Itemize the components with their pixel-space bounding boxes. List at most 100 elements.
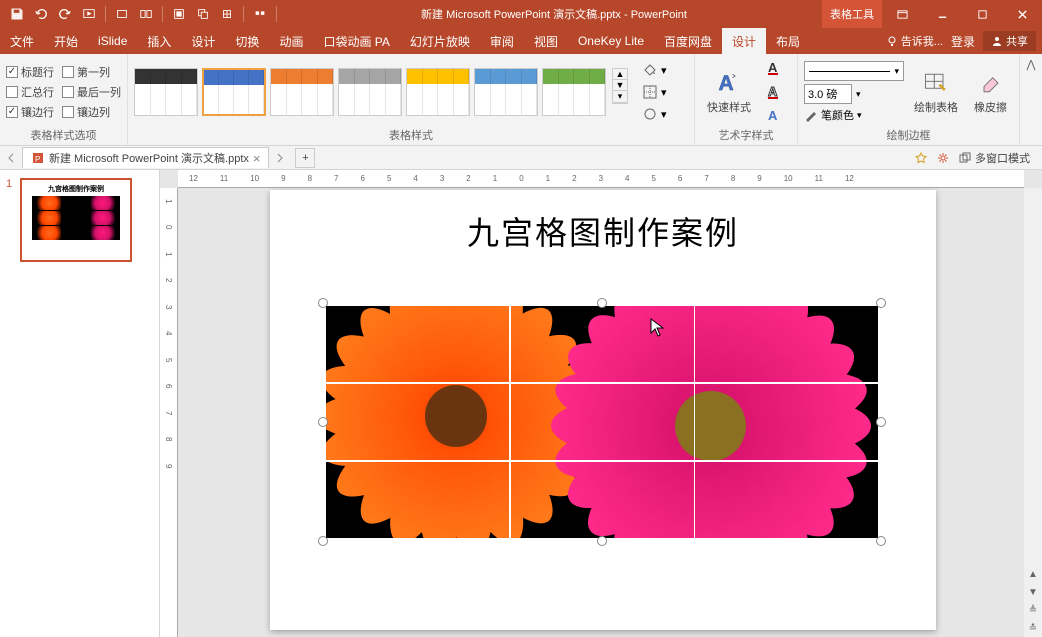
tab-view[interactable]: 视图: [524, 28, 568, 54]
quick-access-toolbar: [0, 3, 286, 25]
document-tab[interactable]: P 新建 Microsoft PowerPoint 演示文稿.pptx ×: [22, 147, 269, 168]
window-controls: [882, 0, 1042, 28]
resize-handle[interactable]: [876, 417, 886, 427]
close-tab-icon[interactable]: ×: [253, 151, 261, 166]
slide-canvas[interactable]: 1211109876543210123456789101112 10123456…: [160, 170, 1042, 637]
star-icon[interactable]: [914, 151, 928, 165]
chk-banded-col[interactable]: 镶边列: [62, 104, 110, 120]
tell-me[interactable]: 告诉我...: [886, 33, 943, 49]
qat-btn-5[interactable]: [216, 3, 238, 25]
pen-weight-input[interactable]: [804, 84, 852, 104]
minimize-icon[interactable]: [922, 0, 962, 28]
table-style-thumb[interactable]: [542, 68, 606, 116]
scroll-up-icon[interactable]: ▲: [1024, 565, 1042, 583]
close-icon[interactable]: [1002, 0, 1042, 28]
resize-handle[interactable]: [318, 417, 328, 427]
lightbulb-icon: [886, 35, 898, 47]
vertical-ruler: 10123456789: [160, 188, 178, 637]
nav-left-icon[interactable]: [4, 151, 18, 165]
gallery-down-icon[interactable]: ▼: [613, 80, 627, 91]
qat-btn-4[interactable]: [192, 3, 214, 25]
group-label: 绘制边框: [804, 126, 1013, 143]
resize-handle[interactable]: [597, 298, 607, 308]
table-style-thumb[interactable]: [202, 68, 266, 116]
play-icon[interactable]: [78, 3, 100, 25]
resize-handle[interactable]: [318, 536, 328, 546]
chk-last-col[interactable]: 最后一列: [62, 84, 121, 100]
tab-animations[interactable]: 动画: [269, 28, 313, 54]
chk-total-row[interactable]: 汇总行: [6, 84, 54, 100]
undo-icon[interactable]: [30, 3, 52, 25]
window-title: 新建 Microsoft PowerPoint 演示文稿.pptx - Powe…: [286, 6, 822, 22]
qat-btn-6[interactable]: [249, 3, 271, 25]
prev-slide-icon[interactable]: ≜: [1024, 601, 1042, 619]
tab-insert[interactable]: 插入: [137, 28, 181, 54]
borders-button[interactable]: ▾: [638, 82, 671, 102]
scroll-down-icon[interactable]: ▼: [1024, 583, 1042, 601]
qat-btn-2[interactable]: [135, 3, 157, 25]
tab-onekey[interactable]: OneKey Lite: [568, 28, 654, 54]
share-button[interactable]: 共享: [983, 31, 1036, 51]
ribbon-display-icon[interactable]: [882, 0, 922, 28]
text-fill-button[interactable]: A: [761, 58, 791, 78]
resize-handle[interactable]: [876, 298, 886, 308]
text-effects-button[interactable]: A: [761, 106, 791, 126]
tab-baidu[interactable]: 百度网盘: [654, 28, 722, 54]
tab-table-design[interactable]: 设计: [722, 28, 766, 54]
chk-first-col[interactable]: 第一列: [62, 64, 110, 80]
horizontal-ruler: 1211109876543210123456789101112: [178, 170, 1024, 188]
tab-pocket[interactable]: 口袋动画 PA: [313, 28, 399, 54]
chk-banded-row[interactable]: 镶边行: [6, 104, 54, 120]
text-outline-button[interactable]: A: [761, 82, 791, 102]
table-style-thumb[interactable]: [406, 68, 470, 116]
new-tab-button[interactable]: +: [295, 148, 315, 168]
next-slide-icon[interactable]: ≛: [1024, 619, 1042, 637]
svg-text:A: A: [719, 72, 734, 95]
tab-transitions[interactable]: 切换: [225, 28, 269, 54]
table-style-thumb[interactable]: [474, 68, 538, 116]
tab-islide[interactable]: iSlide: [88, 28, 137, 54]
resize-handle[interactable]: [597, 536, 607, 546]
effects-button[interactable]: ▾: [638, 104, 671, 124]
pen-color-dropdown[interactable]: 笔颜色▾: [804, 107, 904, 123]
table-style-thumb[interactable]: [338, 68, 402, 116]
ppt-file-icon: P: [31, 151, 45, 165]
eraser-button[interactable]: 橡皮擦: [968, 67, 1013, 117]
pen-weight-dropdown[interactable]: ▾: [804, 84, 904, 104]
resize-handle[interactable]: [318, 298, 328, 308]
tab-table-layout[interactable]: 布局: [766, 28, 810, 54]
gallery-more-icon[interactable]: ▾: [613, 91, 627, 103]
table-style-thumb[interactable]: [270, 68, 334, 116]
tab-file[interactable]: 文件: [0, 28, 44, 54]
tab-review[interactable]: 审阅: [480, 28, 524, 54]
qat-btn-3[interactable]: [168, 3, 190, 25]
nav-right-icon[interactable]: [273, 151, 287, 165]
slide-title-text[interactable]: 九宫格图制作案例: [270, 190, 936, 254]
tab-design[interactable]: 设计: [181, 28, 225, 54]
resize-handle[interactable]: [876, 536, 886, 546]
multi-window-button[interactable]: 多窗口模式: [958, 150, 1030, 166]
maximize-icon[interactable]: [962, 0, 1002, 28]
table-object[interactable]: [326, 306, 878, 538]
group-label: 表格样式: [134, 126, 688, 143]
login-button[interactable]: 登录: [951, 33, 975, 50]
gallery-up-icon[interactable]: ▲: [613, 69, 627, 80]
collapse-ribbon-icon[interactable]: ⋀: [1026, 58, 1035, 71]
gear-icon[interactable]: [936, 151, 950, 165]
slide-thumbnail[interactable]: 九宫格图制作案例: [20, 178, 132, 262]
gallery-scroll: ▲ ▼ ▾: [612, 68, 628, 104]
qat-btn-1[interactable]: [111, 3, 133, 25]
draw-table-button[interactable]: 绘制表格: [908, 67, 964, 117]
chk-header-row[interactable]: 标题行: [6, 64, 54, 80]
draw-table-icon: [922, 69, 950, 97]
svg-text:A: A: [768, 84, 778, 99]
redo-icon[interactable]: [54, 3, 76, 25]
tab-slideshow[interactable]: 幻灯片放映: [400, 28, 480, 54]
table-style-thumb[interactable]: [134, 68, 198, 116]
shading-button[interactable]: ▾: [638, 60, 671, 80]
pen-style-dropdown[interactable]: ▾: [804, 61, 904, 81]
quick-styles-button[interactable]: A 快速样式: [701, 67, 757, 117]
slide[interactable]: 九宫格图制作案例: [270, 190, 936, 630]
save-icon[interactable]: [6, 3, 28, 25]
tab-home[interactable]: 开始: [44, 28, 88, 54]
